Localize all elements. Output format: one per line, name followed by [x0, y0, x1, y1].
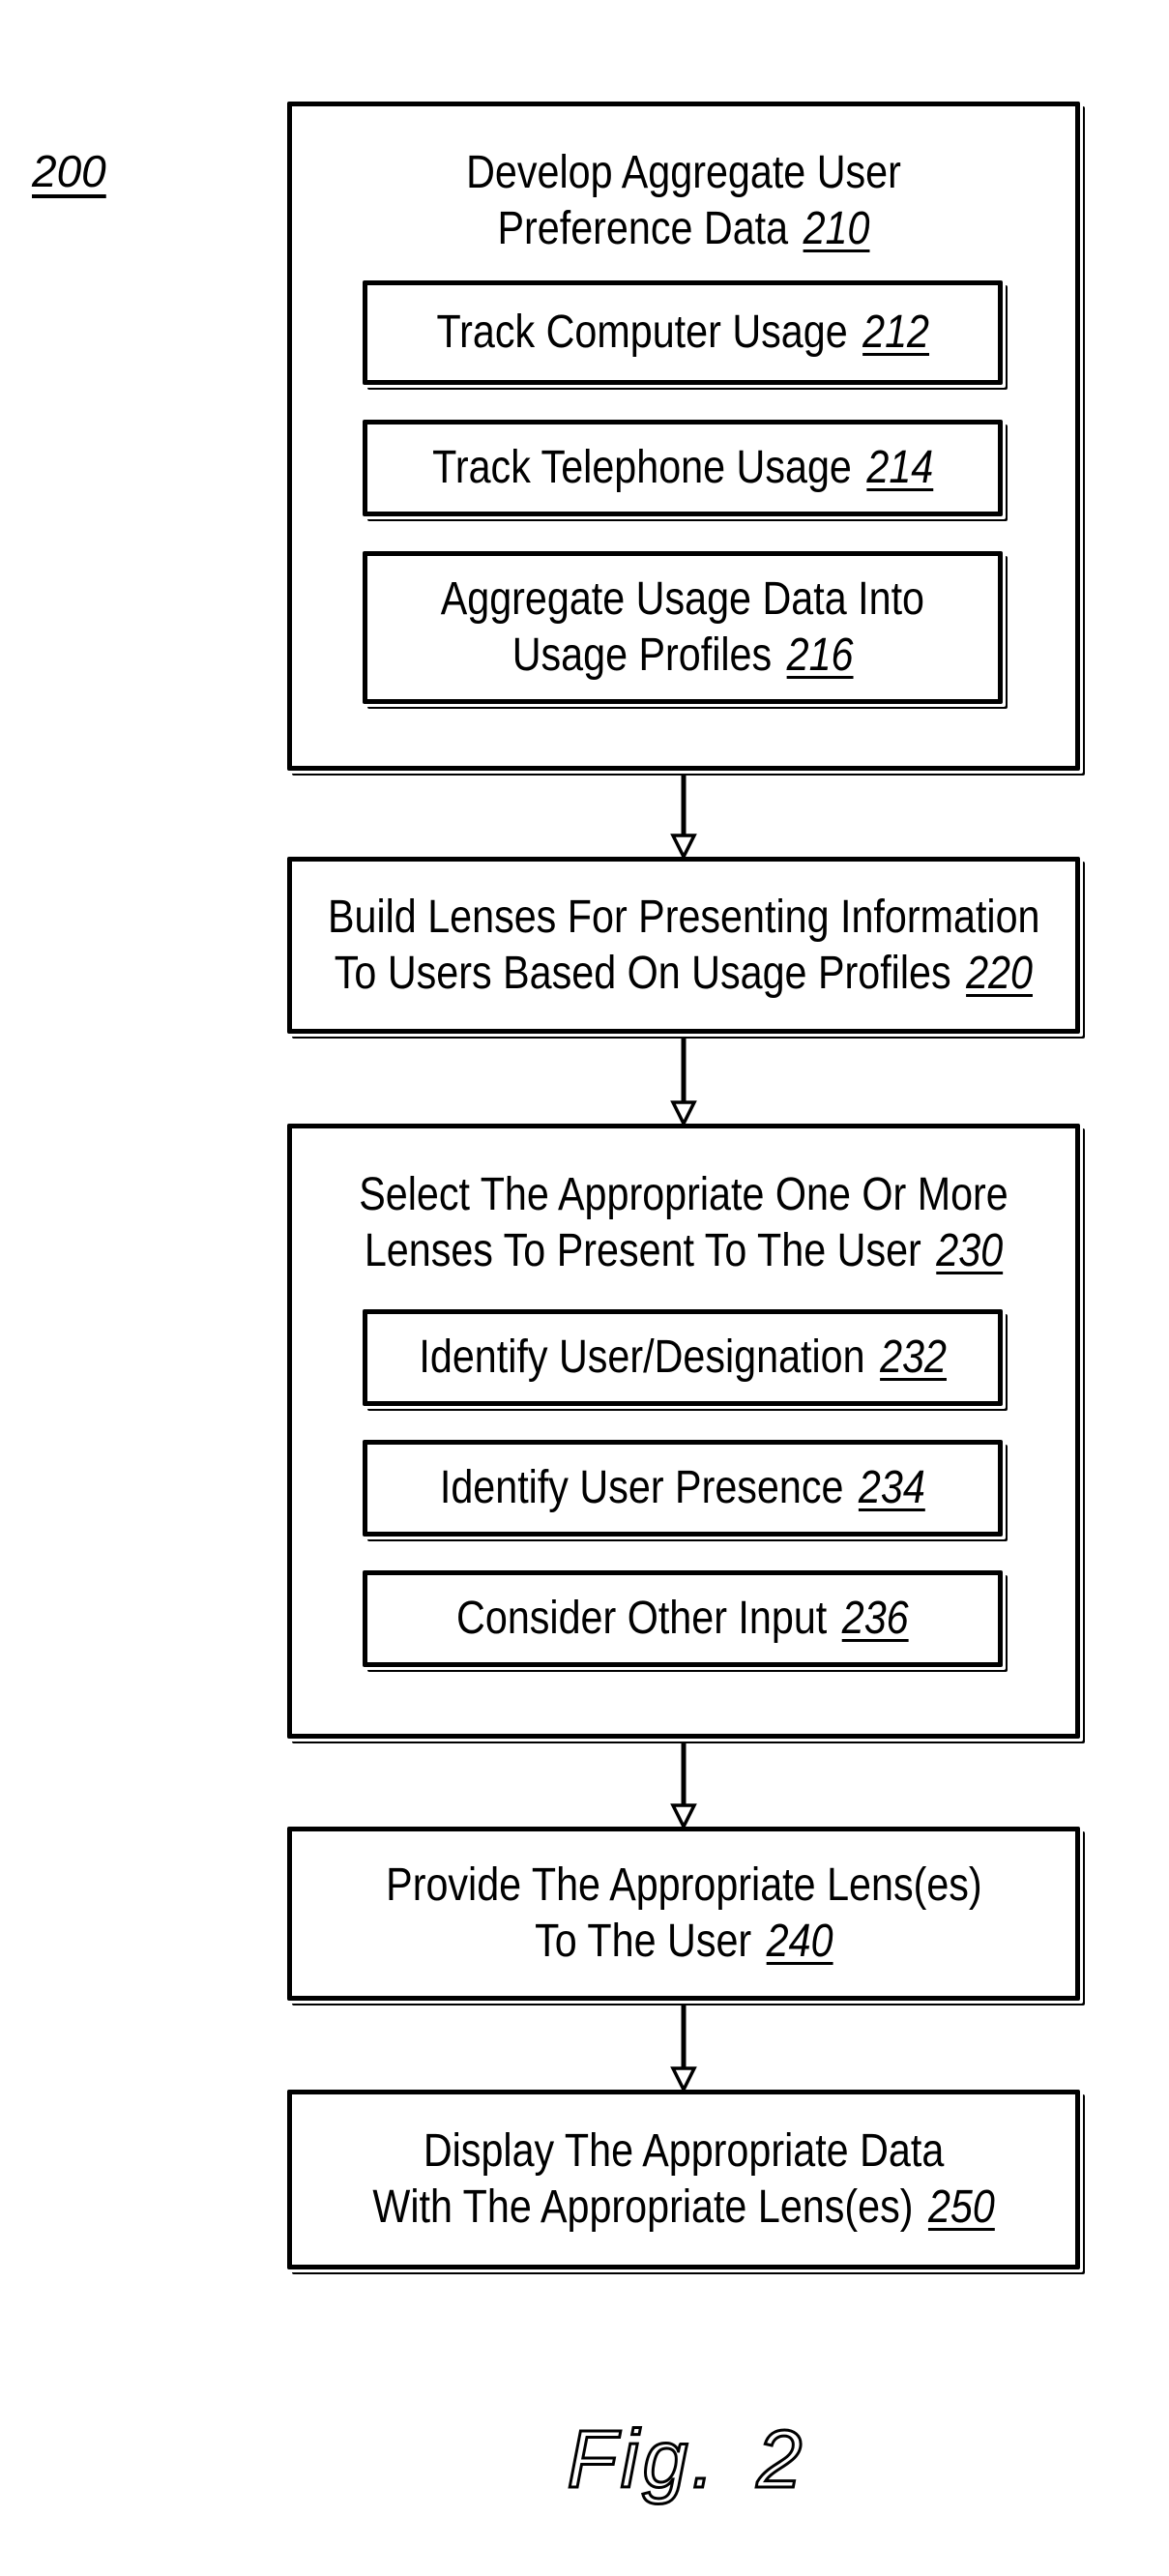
step-212-number: 212 [862, 307, 929, 358]
step-210-line-2: Preference Data 210 [347, 201, 1021, 257]
figure-reference-number: 200 [32, 146, 106, 196]
step-250-line-2: With The Appropriate Lens(es) 250 [372, 2180, 994, 2236]
step-240-number: 240 [766, 1916, 833, 1967]
step-214-line-1: Track Telephone Usage 214 [432, 440, 933, 496]
step-250-text: With The Appropriate Lens(es) [372, 2181, 914, 2233]
step-216-aggregate-usage-data: Aggregate Usage Data Into Usage Profiles… [363, 551, 1003, 704]
step-234-number: 234 [859, 1462, 925, 1513]
step-232-identify-user-designation: Identify User/Designation 232 [363, 1309, 1003, 1406]
step-212-track-computer-usage: Track Computer Usage 212 [363, 280, 1003, 385]
step-250-number: 250 [927, 2181, 995, 2233]
step-236-line-1: Consider Other Input 236 [456, 1591, 909, 1647]
step-214-text: Track Telephone Usage [431, 442, 852, 493]
step-230-line-1: Select The Appropriate One Or More [359, 1169, 1008, 1220]
step-210-number: 210 [803, 203, 870, 254]
arrow-210-to-220 [670, 775, 697, 861]
step-234-line-1: Identify User Presence 234 [440, 1460, 925, 1516]
step-216-number: 216 [786, 629, 854, 681]
step-216-line-1: Aggregate Usage Data Into [440, 573, 925, 625]
step-220-build-lenses: Build Lenses For Presenting Information … [287, 857, 1080, 1034]
step-210-line-1: Develop Aggregate User [466, 147, 901, 198]
step-240-provide-lenses: Provide The Appropriate Lens(es) To The … [287, 1827, 1080, 2001]
arrow-230-to-240 [670, 1742, 697, 1830]
step-220-number: 220 [966, 947, 1034, 999]
step-212-text: Track Computer Usage [436, 307, 848, 358]
step-236-text: Consider Other Input [456, 1593, 828, 1644]
arrow-240-to-250 [670, 2005, 697, 2093]
step-210-label: Develop Aggregate User Preference Data 21… [292, 145, 1075, 257]
figure-caption: Fig. 2 [541, 2413, 832, 2506]
step-214-track-telephone-usage: Track Telephone Usage 214 [363, 420, 1003, 516]
step-210-line-2-text: Preference Data [497, 203, 789, 254]
step-230-line-2: Lenses To Present To The User 230 [347, 1223, 1021, 1279]
step-240-line-1: Provide The Appropriate Lens(es) [385, 1859, 982, 1911]
arrow-220-to-230 [670, 1038, 697, 1127]
step-220-line-1: Build Lenses For Presenting Information [327, 891, 1040, 943]
step-250-display-data: Display The Appropriate Data With The Ap… [287, 2090, 1080, 2269]
step-232-line-1: Identify User/Designation 232 [419, 1330, 947, 1386]
step-230-number: 230 [936, 1225, 1004, 1276]
step-214-number: 214 [866, 442, 934, 493]
step-220-line-2: To Users Based On Usage Profiles 220 [335, 946, 1033, 1002]
step-220-text: To Users Based On Usage Profiles [334, 947, 951, 999]
step-232-number: 232 [879, 1332, 947, 1383]
step-236-number: 236 [841, 1593, 909, 1644]
step-216-line-2: Usage Profiles 216 [512, 628, 854, 684]
step-236-consider-other-input: Consider Other Input 236 [363, 1570, 1003, 1667]
step-234-text: Identify User Presence [440, 1462, 844, 1513]
step-240-line-2: To The User 240 [535, 1914, 833, 1970]
step-216-text: Usage Profiles [511, 629, 773, 681]
step-240-text: To The User [534, 1916, 751, 1967]
figure-caption-prefix: Fig. [566, 2413, 718, 2506]
step-212-line-1: Track Computer Usage 212 [436, 305, 929, 361]
step-232-text: Identify User/Designation [419, 1332, 865, 1383]
figure-caption-number: 2 [755, 2413, 806, 2506]
step-230-label: Select The Appropriate One Or More Lense… [292, 1167, 1075, 1279]
step-230-text: Lenses To Present To The User [364, 1225, 921, 1276]
step-250-line-1: Display The Appropriate Data [423, 2125, 945, 2177]
step-234-identify-user-presence: Identify User Presence 234 [363, 1440, 1003, 1537]
